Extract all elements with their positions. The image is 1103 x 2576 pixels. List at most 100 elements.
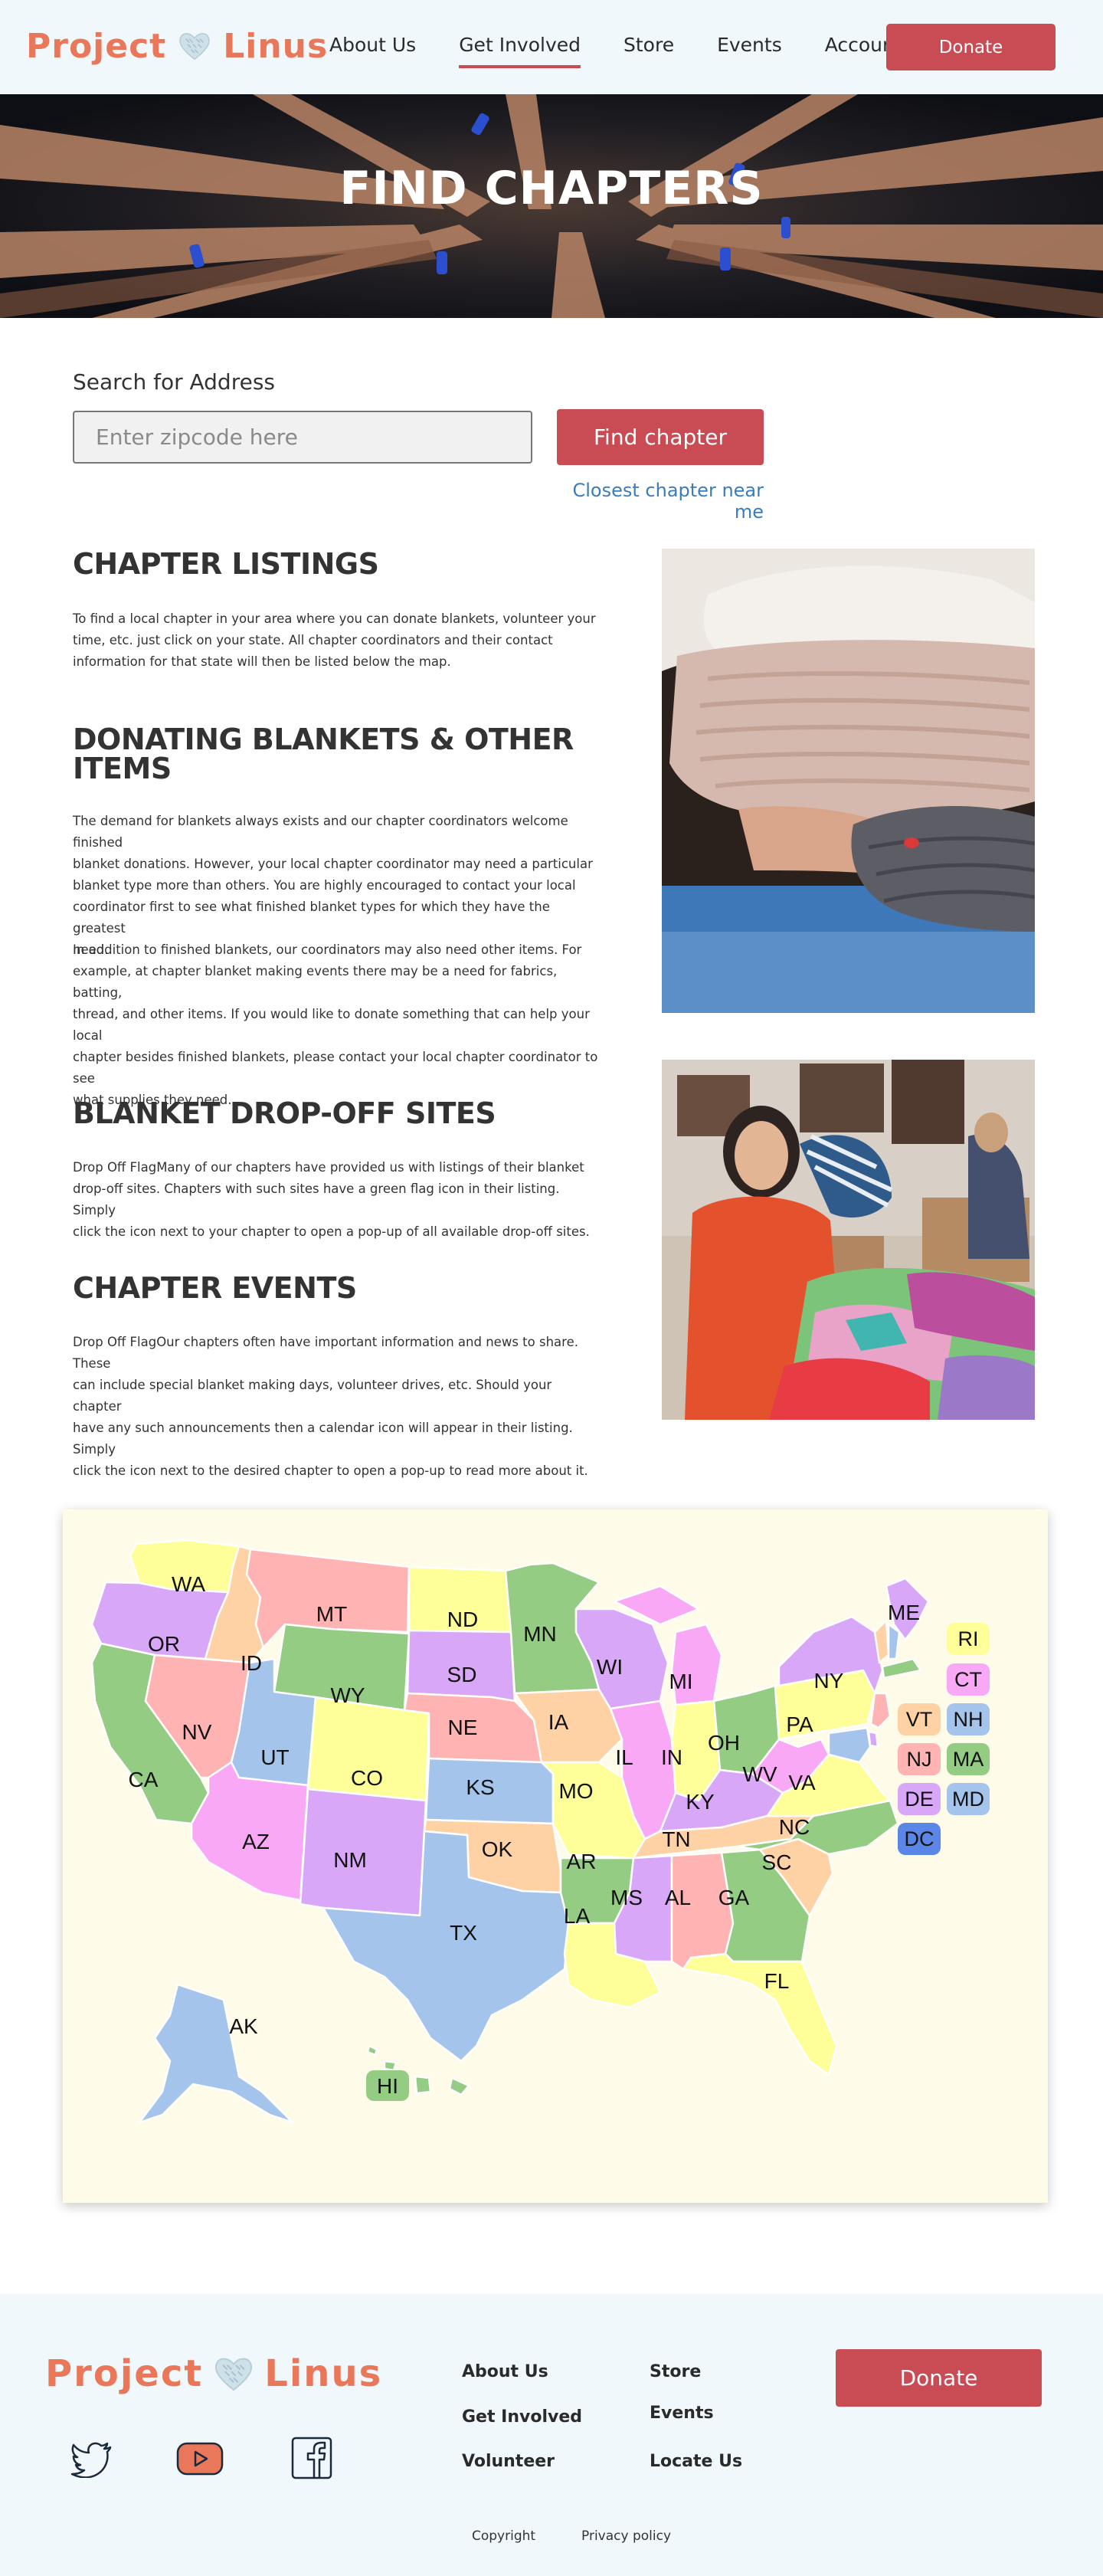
map-label: NE xyxy=(448,1716,478,1739)
text-line: information for that state will then be … xyxy=(73,654,451,669)
footer-link-get-involved[interactable]: Get Involved xyxy=(462,2407,582,2427)
map-label: HI xyxy=(377,2074,398,2098)
find-chapter-button[interactable]: Find chapter xyxy=(557,409,764,465)
footer-link-locate-us[interactable]: Locate Us xyxy=(650,2452,742,2471)
map-label: NY xyxy=(814,1669,844,1693)
footer-link-events[interactable]: Events xyxy=(650,2404,714,2423)
map-label: IL xyxy=(615,1745,633,1769)
dropoff-heading: BLANKET DROP-OFF SITES xyxy=(73,1096,496,1130)
text-line: The demand for blankets always exists an… xyxy=(73,814,568,850)
map-label: TX xyxy=(450,1921,477,1945)
map-label: NM xyxy=(333,1848,367,1872)
text-line: To find a local chapter in your area whe… xyxy=(73,611,596,626)
map-label: WA xyxy=(172,1572,205,1596)
map-label: AL xyxy=(665,1886,691,1909)
us-map-svg: WA OR CA ID NV MT WY UT AZ CO NM ND SD N… xyxy=(90,1539,930,2124)
map-label: WI xyxy=(597,1655,623,1679)
search-label: Search for Address xyxy=(73,369,276,395)
map-label: WY xyxy=(330,1683,365,1707)
map-label: ME xyxy=(888,1601,920,1624)
footer-link-volunteer[interactable]: Volunteer xyxy=(462,2452,555,2471)
facebook-icon[interactable] xyxy=(291,2437,332,2479)
youtube-icon[interactable] xyxy=(176,2441,224,2476)
map-label: GA xyxy=(718,1886,750,1909)
footer-donate-button[interactable]: Donate xyxy=(836,2349,1042,2407)
map-label: WV xyxy=(742,1762,777,1786)
map-label: SC xyxy=(762,1850,792,1874)
text-line: have any such announcements then a calen… xyxy=(73,1421,573,1457)
text-line: blanket donations. However, your local c… xyxy=(73,857,593,871)
state-CT[interactable]: CT xyxy=(947,1663,990,1696)
map-label: MI xyxy=(669,1670,692,1693)
state-NJ[interactable] xyxy=(869,1692,892,1729)
zipcode-input[interactable] xyxy=(73,411,532,464)
state-DC-box[interactable]: DC xyxy=(898,1823,941,1855)
state-VT-box[interactable]: VT xyxy=(898,1703,941,1735)
site-logo[interactable]: Project Linus xyxy=(26,23,328,69)
state-MA[interactable] xyxy=(881,1657,922,1680)
map-label: VA xyxy=(788,1771,816,1794)
us-chapter-map: WA OR CA ID NV MT WY UT AZ CO NM ND SD N… xyxy=(63,1509,1048,2203)
map-label: CO xyxy=(351,1766,383,1790)
map-label: AZ xyxy=(242,1830,270,1853)
state-FL[interactable] xyxy=(682,1952,838,2076)
map-label: LA xyxy=(564,1904,591,1928)
header-donate-button[interactable]: Donate xyxy=(886,24,1056,70)
state-AK[interactable] xyxy=(138,1983,294,2124)
hero-banner: FIND CHAPTERS xyxy=(0,94,1103,318)
map-label: ND xyxy=(447,1608,478,1631)
state-MD-box[interactable]: MD xyxy=(947,1783,990,1815)
state-RI[interactable]: RI xyxy=(947,1623,990,1655)
state-DE-box[interactable]: DE xyxy=(898,1783,941,1815)
events-text: Drop Off FlagOur chapters often have imp… xyxy=(73,1332,601,1482)
twitter-icon[interactable] xyxy=(70,2441,113,2478)
text-line: chapter besides finished blankets, pleas… xyxy=(73,1050,598,1086)
map-label: FL xyxy=(764,1969,790,1993)
site-footer: Project Linus About Us Get Involved Volu… xyxy=(0,2294,1103,2576)
footer-link-about-us[interactable]: About Us xyxy=(462,2362,548,2381)
text-line: can include special blanket making days,… xyxy=(73,1378,552,1414)
footer-link-store[interactable]: Store xyxy=(650,2362,701,2381)
heart-logo-icon xyxy=(215,2358,253,2391)
logo-text-linus: Linus xyxy=(264,2352,383,2395)
map-label: OR xyxy=(148,1632,180,1656)
donating-paragraph-1: The demand for blankets always exists an… xyxy=(73,811,601,961)
nav-about-us[interactable]: About Us xyxy=(329,34,416,68)
footer-logo[interactable]: Project Linus xyxy=(45,2351,382,2397)
logo-text-project: Project xyxy=(26,26,167,66)
map-label: OK xyxy=(482,1837,513,1861)
map-label: KS xyxy=(466,1775,494,1799)
text-line: Drop Off FlagOur chapters often have imp… xyxy=(73,1335,578,1371)
map-label: SD xyxy=(447,1663,477,1686)
nav-events[interactable]: Events xyxy=(717,34,782,68)
state-NH-box[interactable]: NH xyxy=(947,1703,990,1735)
privacy-policy-link[interactable]: Privacy policy xyxy=(581,2528,671,2544)
nav-get-involved[interactable]: Get Involved xyxy=(459,34,581,68)
text-line: click the icon next to the desired chapt… xyxy=(73,1463,588,1478)
site-header: Project Linus About Us Get Involved Stor… xyxy=(0,0,1103,94)
donating-heading: DONATING BLANKETS & OTHER ITEMS xyxy=(73,725,609,783)
nav-store[interactable]: Store xyxy=(624,34,674,68)
heading-line: ITEMS xyxy=(73,752,172,785)
dropoff-text: Drop Off FlagMany of our chapters have p… xyxy=(73,1157,601,1243)
volunteer-blankets-photo xyxy=(662,1060,1035,1420)
chapter-listings-heading: CHAPTER LISTINGS xyxy=(73,547,379,581)
logo-text-linus: Linus xyxy=(223,26,329,66)
map-label: KY xyxy=(686,1790,715,1814)
main-nav: About Us Get Involved Store Events Accou… xyxy=(329,34,945,68)
stacked-sweaters-photo xyxy=(662,549,1035,1013)
logo-text-project: Project xyxy=(45,2352,204,2395)
closest-chapter-link[interactable]: Closest chapter near me xyxy=(561,480,764,523)
text-line: In addition to finished blankets, our co… xyxy=(73,942,582,957)
map-label: UT xyxy=(260,1745,289,1769)
map-label: MN xyxy=(523,1622,557,1646)
map-label: IN xyxy=(661,1745,682,1769)
state-MD[interactable] xyxy=(827,1726,872,1764)
chapter-listings-text: To find a local chapter in your area whe… xyxy=(73,608,601,673)
donating-paragraph-2: In addition to finished blankets, our co… xyxy=(73,939,601,1111)
copyright-link[interactable]: Copyright xyxy=(472,2528,535,2544)
state-NJ-box[interactable]: NJ xyxy=(898,1743,941,1775)
map-label: OH xyxy=(708,1731,740,1755)
text-line: coordinator first to see what finished b… xyxy=(73,900,550,936)
state-MA-box[interactable]: MA xyxy=(947,1743,990,1775)
